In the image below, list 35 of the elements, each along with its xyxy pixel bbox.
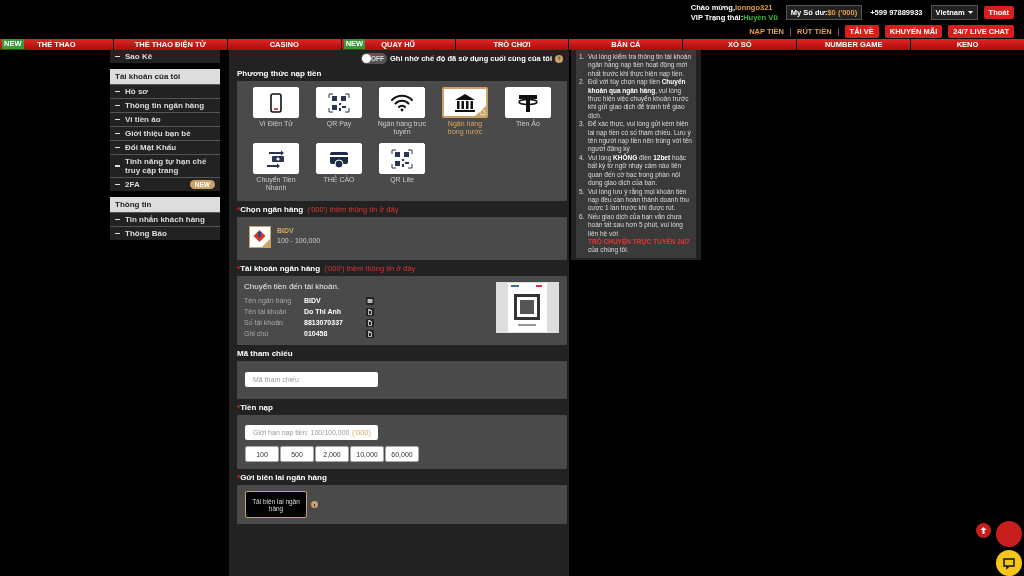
- section-title: Mã tham chiếu: [237, 349, 293, 358]
- section-title: Phương thức nạp tiền: [237, 69, 322, 78]
- chat-button[interactable]: [996, 550, 1022, 576]
- sidebar-item[interactable]: Thông tin ngân hàng: [125, 101, 205, 110]
- bank-logo[interactable]: [249, 226, 271, 248]
- circle-button[interactable]: [996, 521, 1022, 547]
- sidebar-item[interactable]: Đổi Mật Khẩu: [125, 143, 177, 152]
- sidebar-item[interactable]: Sao Kê: [125, 52, 153, 61]
- caret-icon: [967, 11, 973, 14]
- section-title: *Tiền nạp: [237, 403, 273, 412]
- info-icon[interactable]: [311, 501, 318, 508]
- section-title: *Gửi biên lai ngân hàng: [237, 473, 327, 482]
- copy-icon[interactable]: [366, 329, 374, 338]
- sidebar-item[interactable]: Tin nhắn khách hàng: [125, 215, 205, 224]
- sidebar-item[interactable]: Thông Báo: [125, 229, 167, 238]
- section-title: *Tài khoản ngân hàng: [237, 264, 321, 273]
- check-icon: [475, 106, 486, 116]
- copy-icon[interactable]: [366, 318, 374, 327]
- section-title: *Chọn ngân hàng: [237, 205, 304, 214]
- sidebar-item[interactable]: Hồ sơ: [125, 87, 149, 96]
- sidebar-heading: Thông tin: [110, 197, 220, 212]
- sidebar-item[interactable]: 2FA: [125, 180, 140, 189]
- copy-icon[interactable]: [366, 307, 374, 316]
- qr-icon: [326, 91, 352, 114]
- image-icon[interactable]: [366, 296, 374, 305]
- help-icon[interactable]: [555, 54, 563, 63]
- scroll-top-button[interactable]: [976, 523, 991, 538]
- bank-icon: [452, 91, 478, 114]
- sidebar-item[interactable]: Giới thiệu bạn bè: [125, 129, 191, 138]
- account-intro: Chuyển tiền đến tài khoản.: [244, 282, 341, 291]
- sidebar-item[interactable]: Tính năng tự hạn chế truy cập trang: [125, 157, 215, 175]
- qr-code-drawing: [496, 282, 559, 333]
- qr-icon: [389, 147, 415, 170]
- sidebar-item[interactable]: Ví tiền ảo: [125, 115, 161, 124]
- sidebar-heading: Tài khoản của tôi: [110, 69, 220, 84]
